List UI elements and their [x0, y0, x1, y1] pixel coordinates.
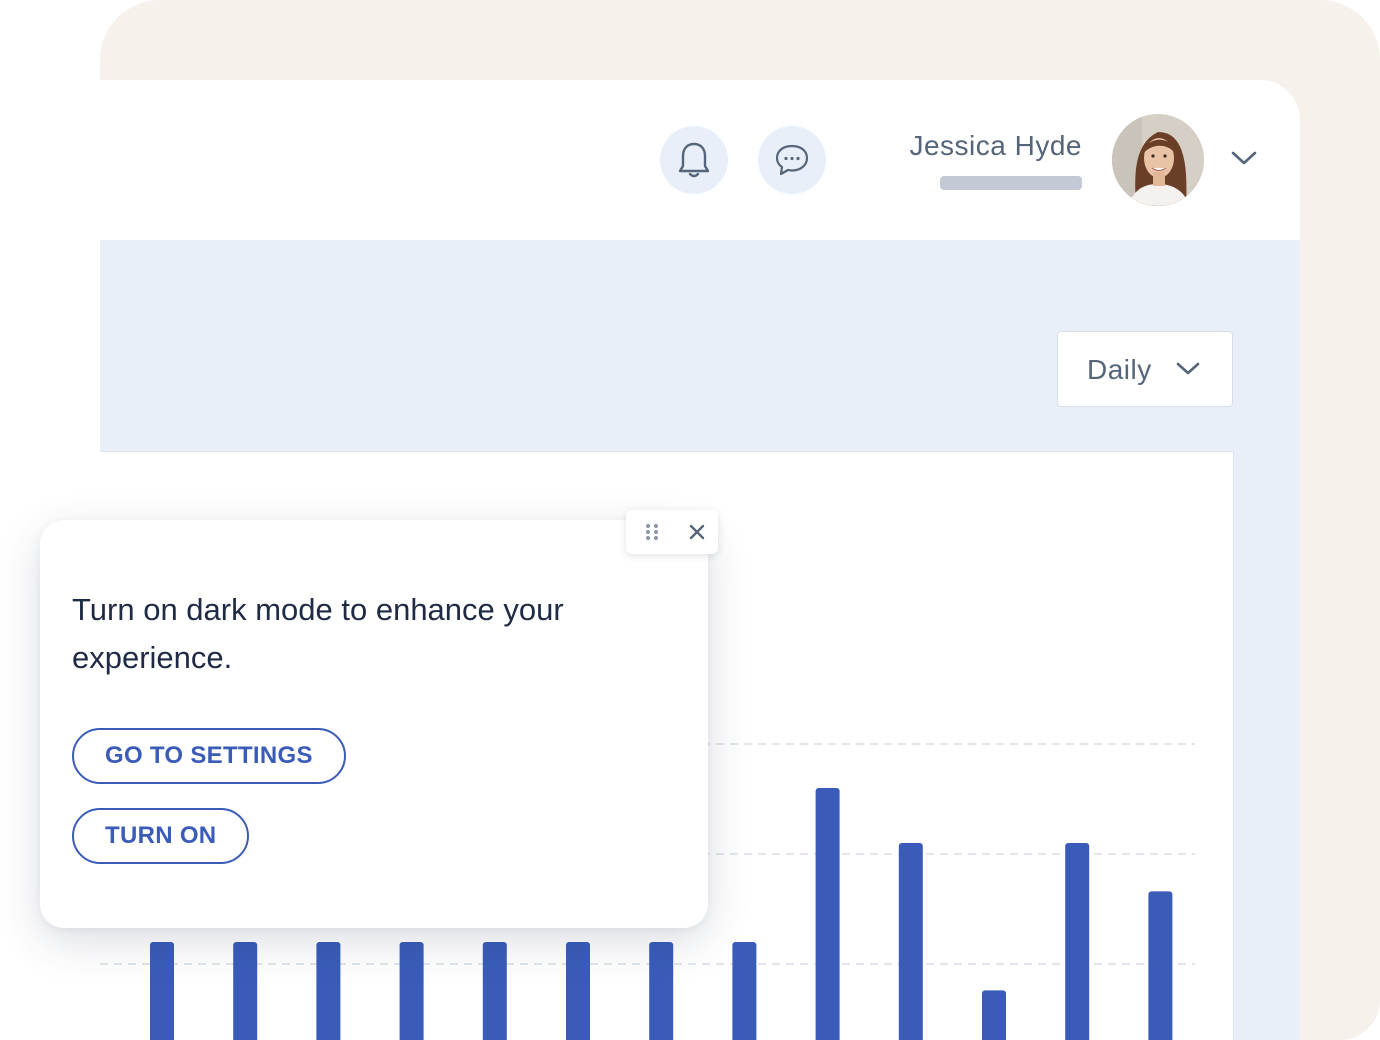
chart-bar-8[interactable] — [732, 942, 757, 1040]
drag-handle-icon[interactable] — [645, 523, 659, 546]
user-menu-chevron-down-icon[interactable] — [1230, 148, 1258, 173]
chat-bubble-icon — [774, 143, 810, 177]
chart-bar-3[interactable] — [316, 942, 341, 1040]
notifications-button[interactable] — [660, 126, 728, 194]
chevron-down-icon — [1175, 360, 1201, 383]
chart-bar-10[interactable] — [898, 843, 923, 1040]
turn-on-button[interactable]: TURN ON — [72, 808, 250, 864]
close-icon[interactable] — [688, 523, 706, 546]
top-header: Jessica Hyde — [100, 80, 1300, 240]
chart-bar-12[interactable] — [1065, 843, 1090, 1040]
chart-bar-5[interactable] — [482, 942, 507, 1040]
period-select[interactable]: Daily — [1057, 331, 1233, 407]
chart-bar-11[interactable] — [982, 990, 1006, 1040]
chart-bar-2[interactable] — [233, 942, 258, 1040]
messages-button[interactable] — [758, 126, 826, 194]
chart-bar-9[interactable] — [815, 788, 840, 1040]
user-role-placeholder — [940, 176, 1082, 190]
period-selected-value: Daily — [1087, 354, 1152, 385]
avatar[interactable] — [1112, 114, 1204, 206]
chart-bar-7[interactable] — [649, 942, 674, 1040]
bell-icon — [677, 141, 711, 179]
chart-bar-13[interactable] — [1148, 891, 1173, 1040]
go-to-settings-button[interactable]: GO TO SETTINGS — [72, 728, 346, 784]
dark-mode-popup: Turn on dark mode to enhance your experi… — [40, 520, 708, 928]
chart-bar-1[interactable] — [150, 942, 174, 1040]
chart-bar-4[interactable] — [399, 942, 424, 1040]
user-name: Jessica Hyde — [909, 130, 1082, 161]
popup-toolbar — [626, 510, 718, 554]
chart-bar-6[interactable] — [566, 942, 590, 1040]
popup-message: Turn on dark mode to enhance your experi… — [72, 592, 564, 675]
